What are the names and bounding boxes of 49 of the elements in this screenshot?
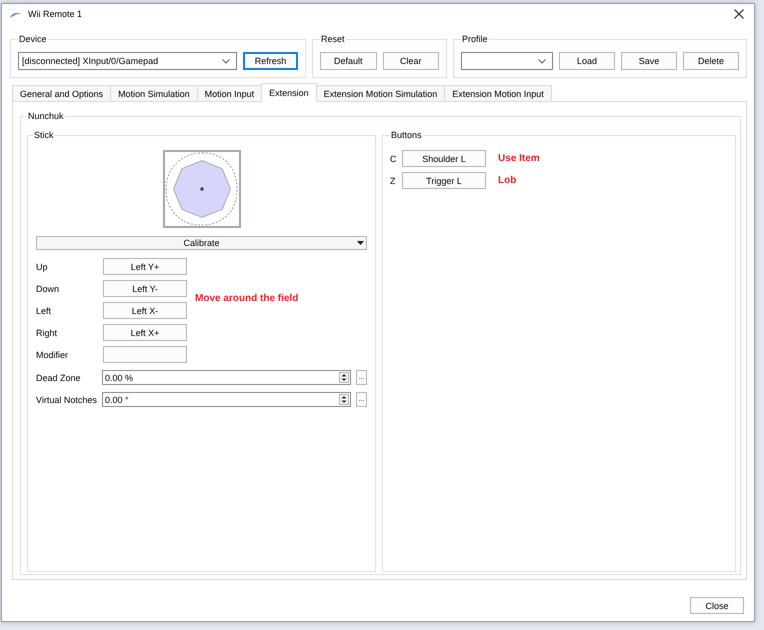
- binding-button[interactable]: Left X+: [103, 324, 187, 341]
- tab[interactable]: Extension: [261, 83, 317, 102]
- spinner-arrows-icon[interactable]: [339, 394, 350, 405]
- binding-button[interactable]: Trigger L: [402, 172, 486, 189]
- input-label: Left: [36, 306, 52, 316]
- binding-button[interactable]: Left Y-: [103, 280, 187, 297]
- input-label: Down: [36, 284, 60, 294]
- input-label: Right: [36, 328, 58, 338]
- close-button[interactable]: Close: [690, 597, 744, 614]
- setting-label: Virtual Notches: [36, 394, 98, 404]
- window-title: Wii Remote 1: [28, 9, 84, 19]
- group-label: Profile: [461, 34, 489, 45]
- refresh-button[interactable]: Refresh: [243, 52, 298, 70]
- profile-dropdown[interactable]: [461, 52, 553, 70]
- save-button[interactable]: Save: [621, 52, 677, 70]
- number-field[interactable]: 0.00 °: [102, 392, 352, 407]
- annotation-note: Use Item: [497, 153, 540, 164]
- group-label: Stick: [33, 130, 55, 141]
- delete-button[interactable]: Delete: [683, 52, 739, 70]
- group-label: Device: [18, 34, 48, 45]
- input-label: Modifier: [36, 350, 70, 360]
- binding-button[interactable]: Left X-: [103, 302, 187, 319]
- device-dropdown[interactable]: [disconnected] XInput/0/Gamepad: [18, 52, 237, 70]
- binding-button[interactable]: Shoulder L: [402, 150, 486, 167]
- binding-button[interactable]: Left Y+: [103, 258, 187, 275]
- tab[interactable]: Extension Motion Input: [444, 85, 552, 101]
- chevron-down-icon: [222, 58, 230, 64]
- setting-label: Dead Zone: [36, 372, 82, 382]
- default-button[interactable]: Default: [320, 52, 376, 70]
- group-label: Buttons: [390, 130, 423, 141]
- tab[interactable]: Extension Motion Simulation: [316, 85, 446, 101]
- button-key-label: Z: [390, 176, 396, 186]
- input-label: Up: [36, 262, 49, 272]
- clear-button[interactable]: Clear: [382, 52, 439, 70]
- tab[interactable]: Motion Input: [196, 85, 262, 101]
- annotation-note: Move around the field: [194, 292, 298, 304]
- annotation-note: Lob: [497, 175, 516, 186]
- tab[interactable]: General and Options: [12, 85, 112, 101]
- group-label: Reset: [320, 34, 346, 45]
- load-button[interactable]: Load: [559, 52, 615, 70]
- spinner-arrows-icon[interactable]: [339, 372, 350, 383]
- chevron-down-icon: [538, 58, 546, 64]
- button-key-label: C: [390, 154, 398, 164]
- dropdown-arrow-icon: [357, 241, 364, 245]
- close-icon[interactable]: [734, 9, 744, 19]
- calibrate-dropdown[interactable]: Calibrate: [36, 236, 367, 250]
- number-field[interactable]: 0.00 %: [102, 370, 352, 385]
- group-label: Nunchuk: [27, 111, 65, 122]
- tab[interactable]: Motion Simulation: [110, 85, 198, 101]
